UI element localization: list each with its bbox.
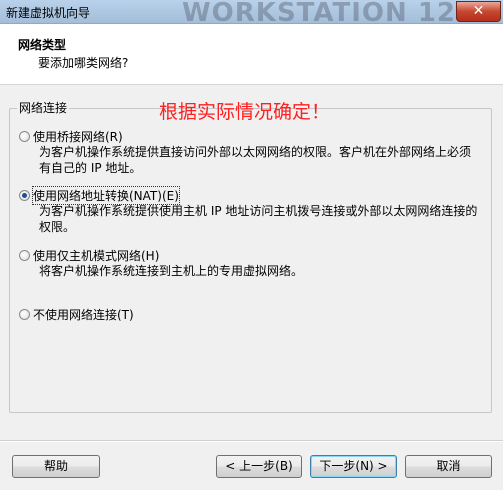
host-only-description: 将客户机操作系统连接到主机上的专用虚拟网络。 [39, 263, 479, 279]
desc-line: 有自己的 IP 地址。 [39, 161, 142, 175]
close-button[interactable]: ✕ [456, 1, 501, 22]
bridged-description: 为客户机操作系统提供直接访问外部以太网网络的权限。客户机在外部网络上必须 有自己… [39, 144, 479, 176]
page-title: 网络类型 [18, 38, 67, 52]
next-button[interactable]: 下一步(N) > [310, 455, 397, 478]
radio-icon[interactable] [19, 131, 30, 142]
radio-icon[interactable] [19, 309, 30, 320]
radio-bridged-label[interactable]: 使用桥接网络(R) [33, 128, 123, 145]
group-legend: 网络连接 [17, 99, 70, 116]
desc-line: 权限。 [39, 220, 76, 234]
wizard-header: 网络类型 要添加哪类网络? [0, 24, 503, 85]
radio-host-only-label[interactable]: 使用仅主机模式网络(H) [33, 247, 159, 264]
radio-no-network[interactable]: 不使用网络连接(T) [19, 306, 134, 323]
window-title: 新建虚拟机向导 [6, 6, 91, 20]
radio-selected-icon[interactable] [19, 190, 30, 201]
nat-description: 为客户机操作系统提供使用主机 IP 地址访问主机拨号连接或外部以太网网络连接的 … [39, 203, 479, 235]
footer-separator [0, 440, 503, 442]
desc-line: 为客户机操作系统提供直接访问外部以太网网络的权限。客户机在外部网络上必须 [39, 145, 472, 159]
help-button[interactable]: 帮助 [12, 455, 100, 478]
red-annotation: 根据实际情况确定！ [159, 101, 331, 123]
radio-icon[interactable] [19, 250, 30, 261]
title-bar: 新建虚拟机向导 WORKSTATION 12 ✕ [0, 0, 503, 28]
radio-nat-label[interactable]: 使用网络地址转换(NAT)(E) [32, 186, 180, 205]
page-subtitle: 要添加哪类网络? [38, 56, 129, 70]
back-button[interactable]: < 上一步(B) [216, 455, 302, 478]
radio-no-network-label[interactable]: 不使用网络连接(T) [33, 306, 134, 323]
desc-line: 将客户机操作系统连接到主机上的专用虚拟网络。 [39, 264, 304, 278]
radio-host-only[interactable]: 使用仅主机模式网络(H) [19, 247, 159, 264]
cancel-button[interactable]: 取消 [405, 455, 492, 478]
desc-line: 为客户机操作系统提供使用主机 IP 地址访问主机拨号连接或外部以太网网络连接的 [39, 204, 478, 218]
radio-bridged[interactable]: 使用桥接网络(R) [19, 128, 123, 145]
radio-nat[interactable]: 使用网络地址转换(NAT)(E) [19, 186, 180, 205]
